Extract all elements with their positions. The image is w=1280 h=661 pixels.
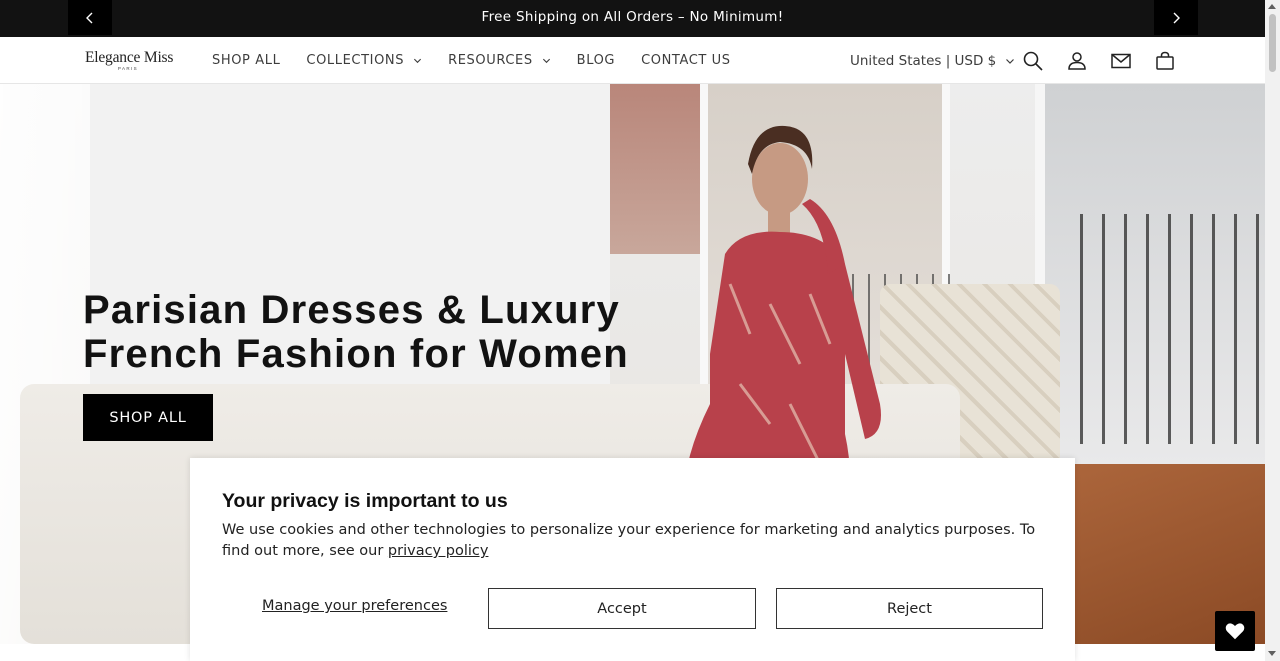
hero-heading: Parisian Dresses & Luxury French Fashion… (83, 288, 683, 376)
nav-item-blog[interactable]: BLOG (577, 53, 615, 68)
scrollbar-thumb[interactable] (1269, 14, 1276, 72)
account-icon (1068, 52, 1086, 70)
logo-main-text: Elegance Miss (85, 49, 174, 66)
chevron-down-icon (542, 58, 550, 64)
chevron-down-icon (414, 58, 422, 64)
announcement-next-button[interactable] (1154, 0, 1198, 35)
nav-item-label: SHOP ALL (212, 53, 281, 68)
cookie-title: Your privacy is important to us (222, 490, 508, 512)
page-scrollbar[interactable] (1265, 0, 1280, 661)
announcement-bar: Free Shipping on All Orders – No Minimum… (0, 0, 1265, 37)
hero-background-railing (1080, 214, 1265, 444)
nav-item-label: BLOG (576, 53, 616, 68)
privacy-policy-link[interactable]: privacy policy (388, 543, 489, 559)
wishlist-button[interactable] (1215, 611, 1255, 651)
mail-icon (1111, 53, 1131, 69)
reject-button[interactable]: Reject (776, 588, 1043, 629)
mail-button[interactable] (1109, 49, 1133, 73)
hero-heading-line1: Parisian Dresses & Luxury (83, 288, 620, 332)
nav-item-label: RESOURCES (448, 53, 533, 68)
cookie-body: We use cookies and other technologies to… (222, 520, 1042, 562)
cart-button[interactable] (1153, 49, 1177, 73)
cookie-consent-banner: Your privacy is important to us We use c… (190, 458, 1075, 661)
announcement-message: Free Shipping on All Orders – No Minimum… (481, 9, 784, 25)
cart-icon (1156, 51, 1174, 70)
main-nav: SHOP ALL COLLECTIONS RESOURCES BLOG CONT… (212, 37, 757, 84)
scroll-down-arrow-icon[interactable] (1268, 651, 1276, 656)
scroll-up-arrow-icon[interactable] (1268, 4, 1276, 9)
logo[interactable]: Elegance Miss PARIS (85, 49, 175, 75)
nav-item-contact-us[interactable]: CONTACT US (641, 53, 731, 68)
nav-item-shop-all[interactable]: SHOP ALL (212, 53, 280, 68)
nav-item-collections[interactable]: COLLECTIONS (306, 53, 422, 68)
nav-item-label: CONTACT US (641, 53, 731, 68)
search-icon (1023, 51, 1043, 71)
account-button[interactable] (1065, 49, 1089, 73)
region-currency-selector[interactable]: United States | USD $ (850, 37, 1015, 84)
hero-shop-all-button[interactable]: SHOP ALL (83, 394, 213, 441)
chevron-right-icon (1173, 12, 1180, 23)
accept-button[interactable]: Accept (488, 588, 756, 629)
region-label: United States | USD $ (850, 52, 997, 69)
nav-item-resources[interactable]: RESOURCES (448, 53, 551, 68)
search-button[interactable] (1021, 49, 1045, 73)
cookie-body-text: We use cookies and other technologies to… (222, 522, 1036, 559)
chevron-down-icon (1006, 58, 1015, 64)
hero-heading-line2: French Fashion for Women (83, 332, 629, 376)
heart-icon (1225, 623, 1245, 640)
nav-item-label: COLLECTIONS (306, 53, 405, 68)
site-header: Elegance Miss PARIS SHOP ALL COLLECTIONS… (0, 37, 1265, 84)
manage-preferences-link[interactable]: Manage your preferences (262, 598, 447, 614)
